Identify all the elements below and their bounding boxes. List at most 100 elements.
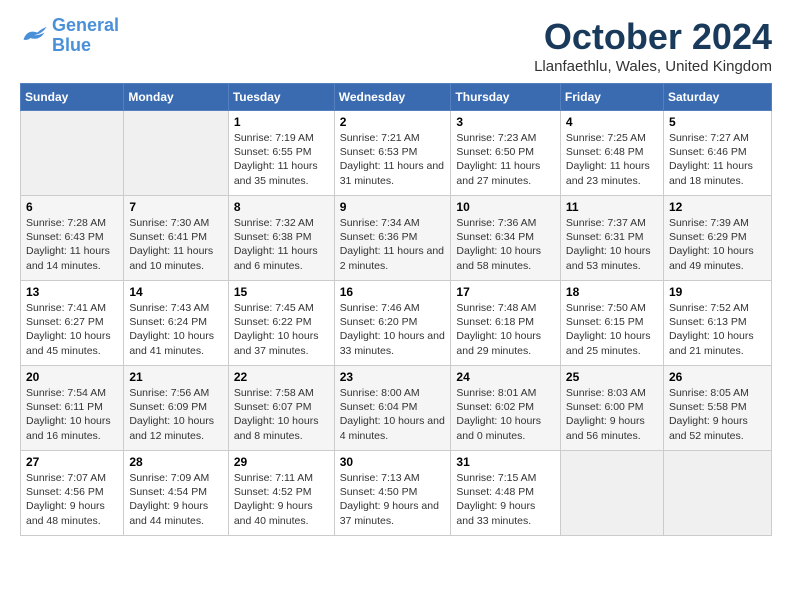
day-of-week-header: Thursday	[451, 84, 561, 111]
day-info: Sunrise: 7:34 AMSunset: 6:36 PMDaylight:…	[340, 216, 446, 273]
day-number: 29	[234, 455, 329, 469]
calendar-cell: 17 Sunrise: 7:48 AMSunset: 6:18 PMDayligh…	[451, 281, 561, 366]
day-number: 21	[129, 370, 222, 384]
calendar-cell: 10 Sunrise: 7:36 AMSunset: 6:34 PMDayligh…	[451, 196, 561, 281]
day-info: Sunrise: 8:00 AMSunset: 6:04 PMDaylight:…	[340, 386, 446, 443]
calendar-cell: 9 Sunrise: 7:34 AMSunset: 6:36 PMDaylight…	[334, 196, 451, 281]
location: Llanfaethlu, Wales, United Kingdom	[534, 58, 772, 75]
day-of-week-header: Friday	[560, 84, 663, 111]
calendar-cell	[124, 111, 228, 196]
calendar-cell: 16 Sunrise: 7:46 AMSunset: 6:20 PMDayligh…	[334, 281, 451, 366]
calendar-cell: 13 Sunrise: 7:41 AMSunset: 6:27 PMDayligh…	[21, 281, 124, 366]
day-number: 7	[129, 200, 222, 214]
calendar-cell: 4Sunrise: 7:25 AMSunset: 6:48 PMDaylight…	[560, 111, 663, 196]
day-info: Sunrise: 7:27 AMSunset: 6:46 PMDaylight:…	[669, 131, 766, 188]
day-of-week-header: Monday	[124, 84, 228, 111]
calendar-cell	[560, 451, 663, 536]
calendar-cell: 1 Sunrise: 7:19 AMSunset: 6:55 PMDaylight…	[228, 111, 334, 196]
calendar-cell: 28 Sunrise: 7:09 AMSunset: 4:54 PMDayligh…	[124, 451, 228, 536]
calendar-cell: 30 Sunrise: 7:13 AMSunset: 4:50 PMDayligh…	[334, 451, 451, 536]
calendar-cell: 29Sunrise: 7:11 AMSunset: 4:52 PMDayligh…	[228, 451, 334, 536]
calendar-cell: 19 Sunrise: 7:52 AMSunset: 6:13 PMDayligh…	[663, 281, 771, 366]
day-number: 10	[456, 200, 555, 214]
calendar-cell: 7 Sunrise: 7:30 AMSunset: 6:41 PMDaylight…	[124, 196, 228, 281]
day-number: 8	[234, 200, 329, 214]
day-number: 11	[566, 200, 658, 214]
day-of-week-header: Wednesday	[334, 84, 451, 111]
title-area: October 2024 Llanfaethlu, Wales, United …	[534, 16, 772, 75]
day-info: Sunrise: 7:32 AMSunset: 6:38 PMDaylight:…	[234, 216, 329, 273]
calendar-cell: 3Sunrise: 7:23 AMSunset: 6:50 PMDaylight…	[451, 111, 561, 196]
day-number: 25	[566, 370, 658, 384]
logo-line2: Blue	[52, 35, 91, 55]
day-number: 31	[456, 455, 555, 469]
calendar-cell: 15 Sunrise: 7:45 AMSunset: 6:22 PMDayligh…	[228, 281, 334, 366]
day-info: Sunrise: 7:30 AMSunset: 6:41 PMDaylight:…	[129, 216, 222, 273]
logo: General Blue	[20, 16, 119, 56]
day-number: 13	[26, 285, 118, 299]
day-info: Sunrise: 7:54 AMSunset: 6:11 PMDaylight:…	[26, 386, 118, 443]
day-info: Sunrise: 7:28 AMSunset: 6:43 PMDaylight:…	[26, 216, 118, 273]
day-info: Sunrise: 7:45 AMSunset: 6:22 PMDaylight:…	[234, 301, 329, 358]
day-info: Sunrise: 7:52 AMSunset: 6:13 PMDaylight:…	[669, 301, 766, 358]
day-of-week-header: Saturday	[663, 84, 771, 111]
logo-line1: General	[52, 15, 119, 35]
day-info: Sunrise: 8:05 AMSunset: 5:58 PMDaylight:…	[669, 386, 766, 443]
day-of-week-header: Tuesday	[228, 84, 334, 111]
day-number: 24	[456, 370, 555, 384]
day-info: Sunrise: 7:48 AMSunset: 6:18 PMDaylight:…	[456, 301, 555, 358]
calendar-cell: 23 Sunrise: 8:00 AMSunset: 6:04 PMDayligh…	[334, 366, 451, 451]
calendar-cell: 6 Sunrise: 7:28 AMSunset: 6:43 PMDaylight…	[21, 196, 124, 281]
day-number: 28	[129, 455, 222, 469]
calendar-cell: 14Sunrise: 7:43 AMSunset: 6:24 PMDayligh…	[124, 281, 228, 366]
calendar-cell: 18 Sunrise: 7:50 AMSunset: 6:15 PMDayligh…	[560, 281, 663, 366]
day-info: Sunrise: 7:13 AMSunset: 4:50 PMDaylight:…	[340, 471, 446, 528]
calendar-cell: 8 Sunrise: 7:32 AMSunset: 6:38 PMDaylight…	[228, 196, 334, 281]
calendar-cell: 22 Sunrise: 7:58 AMSunset: 6:07 PMDayligh…	[228, 366, 334, 451]
day-info: Sunrise: 7:46 AMSunset: 6:20 PMDaylight:…	[340, 301, 446, 358]
logo-bird-icon	[20, 24, 48, 48]
calendar-cell: 24 Sunrise: 8:01 AMSunset: 6:02 PMDayligh…	[451, 366, 561, 451]
day-info: Sunrise: 7:21 AMSunset: 6:53 PMDaylight:…	[340, 131, 446, 188]
calendar-cell: 5 Sunrise: 7:27 AMSunset: 6:46 PMDaylight…	[663, 111, 771, 196]
calendar-cell: 27Sunrise: 7:07 AMSunset: 4:56 PMDayligh…	[21, 451, 124, 536]
day-number: 16	[340, 285, 446, 299]
day-info: Sunrise: 7:19 AMSunset: 6:55 PMDaylight:…	[234, 131, 329, 188]
day-info: Sunrise: 7:50 AMSunset: 6:15 PMDaylight:…	[566, 301, 658, 358]
day-info: Sunrise: 7:36 AMSunset: 6:34 PMDaylight:…	[456, 216, 555, 273]
day-number: 17	[456, 285, 555, 299]
day-of-week-header: Sunday	[21, 84, 124, 111]
day-info: Sunrise: 7:41 AMSunset: 6:27 PMDaylight:…	[26, 301, 118, 358]
day-number: 1	[234, 115, 329, 129]
day-number: 18	[566, 285, 658, 299]
day-info: Sunrise: 7:43 AMSunset: 6:24 PMDaylight:…	[129, 301, 222, 358]
day-number: 3	[456, 115, 555, 129]
calendar-cell: 20 Sunrise: 7:54 AMSunset: 6:11 PMDayligh…	[21, 366, 124, 451]
day-info: Sunrise: 7:58 AMSunset: 6:07 PMDaylight:…	[234, 386, 329, 443]
day-number: 2	[340, 115, 446, 129]
day-number: 20	[26, 370, 118, 384]
day-number: 19	[669, 285, 766, 299]
calendar-cell: 26Sunrise: 8:05 AMSunset: 5:58 PMDayligh…	[663, 366, 771, 451]
day-info: Sunrise: 8:03 AMSunset: 6:00 PMDaylight:…	[566, 386, 658, 443]
day-number: 15	[234, 285, 329, 299]
calendar-cell: 12Sunrise: 7:39 AMSunset: 6:29 PMDayligh…	[663, 196, 771, 281]
day-number: 9	[340, 200, 446, 214]
day-number: 27	[26, 455, 118, 469]
day-info: Sunrise: 7:39 AMSunset: 6:29 PMDaylight:…	[669, 216, 766, 273]
day-info: Sunrise: 8:01 AMSunset: 6:02 PMDaylight:…	[456, 386, 555, 443]
day-info: Sunrise: 7:09 AMSunset: 4:54 PMDaylight:…	[129, 471, 222, 528]
calendar-cell: 25 Sunrise: 8:03 AMSunset: 6:00 PMDayligh…	[560, 366, 663, 451]
day-info: Sunrise: 7:37 AMSunset: 6:31 PMDaylight:…	[566, 216, 658, 273]
logo-text: General Blue	[52, 16, 119, 56]
calendar-cell	[663, 451, 771, 536]
day-info: Sunrise: 7:15 AMSunset: 4:48 PMDaylight:…	[456, 471, 555, 528]
day-number: 6	[26, 200, 118, 214]
month-title: October 2024	[534, 16, 772, 58]
day-number: 4	[566, 115, 658, 129]
calendar-cell: 31 Sunrise: 7:15 AMSunset: 4:48 PMDayligh…	[451, 451, 561, 536]
day-number: 30	[340, 455, 446, 469]
day-number: 5	[669, 115, 766, 129]
day-number: 22	[234, 370, 329, 384]
day-number: 23	[340, 370, 446, 384]
